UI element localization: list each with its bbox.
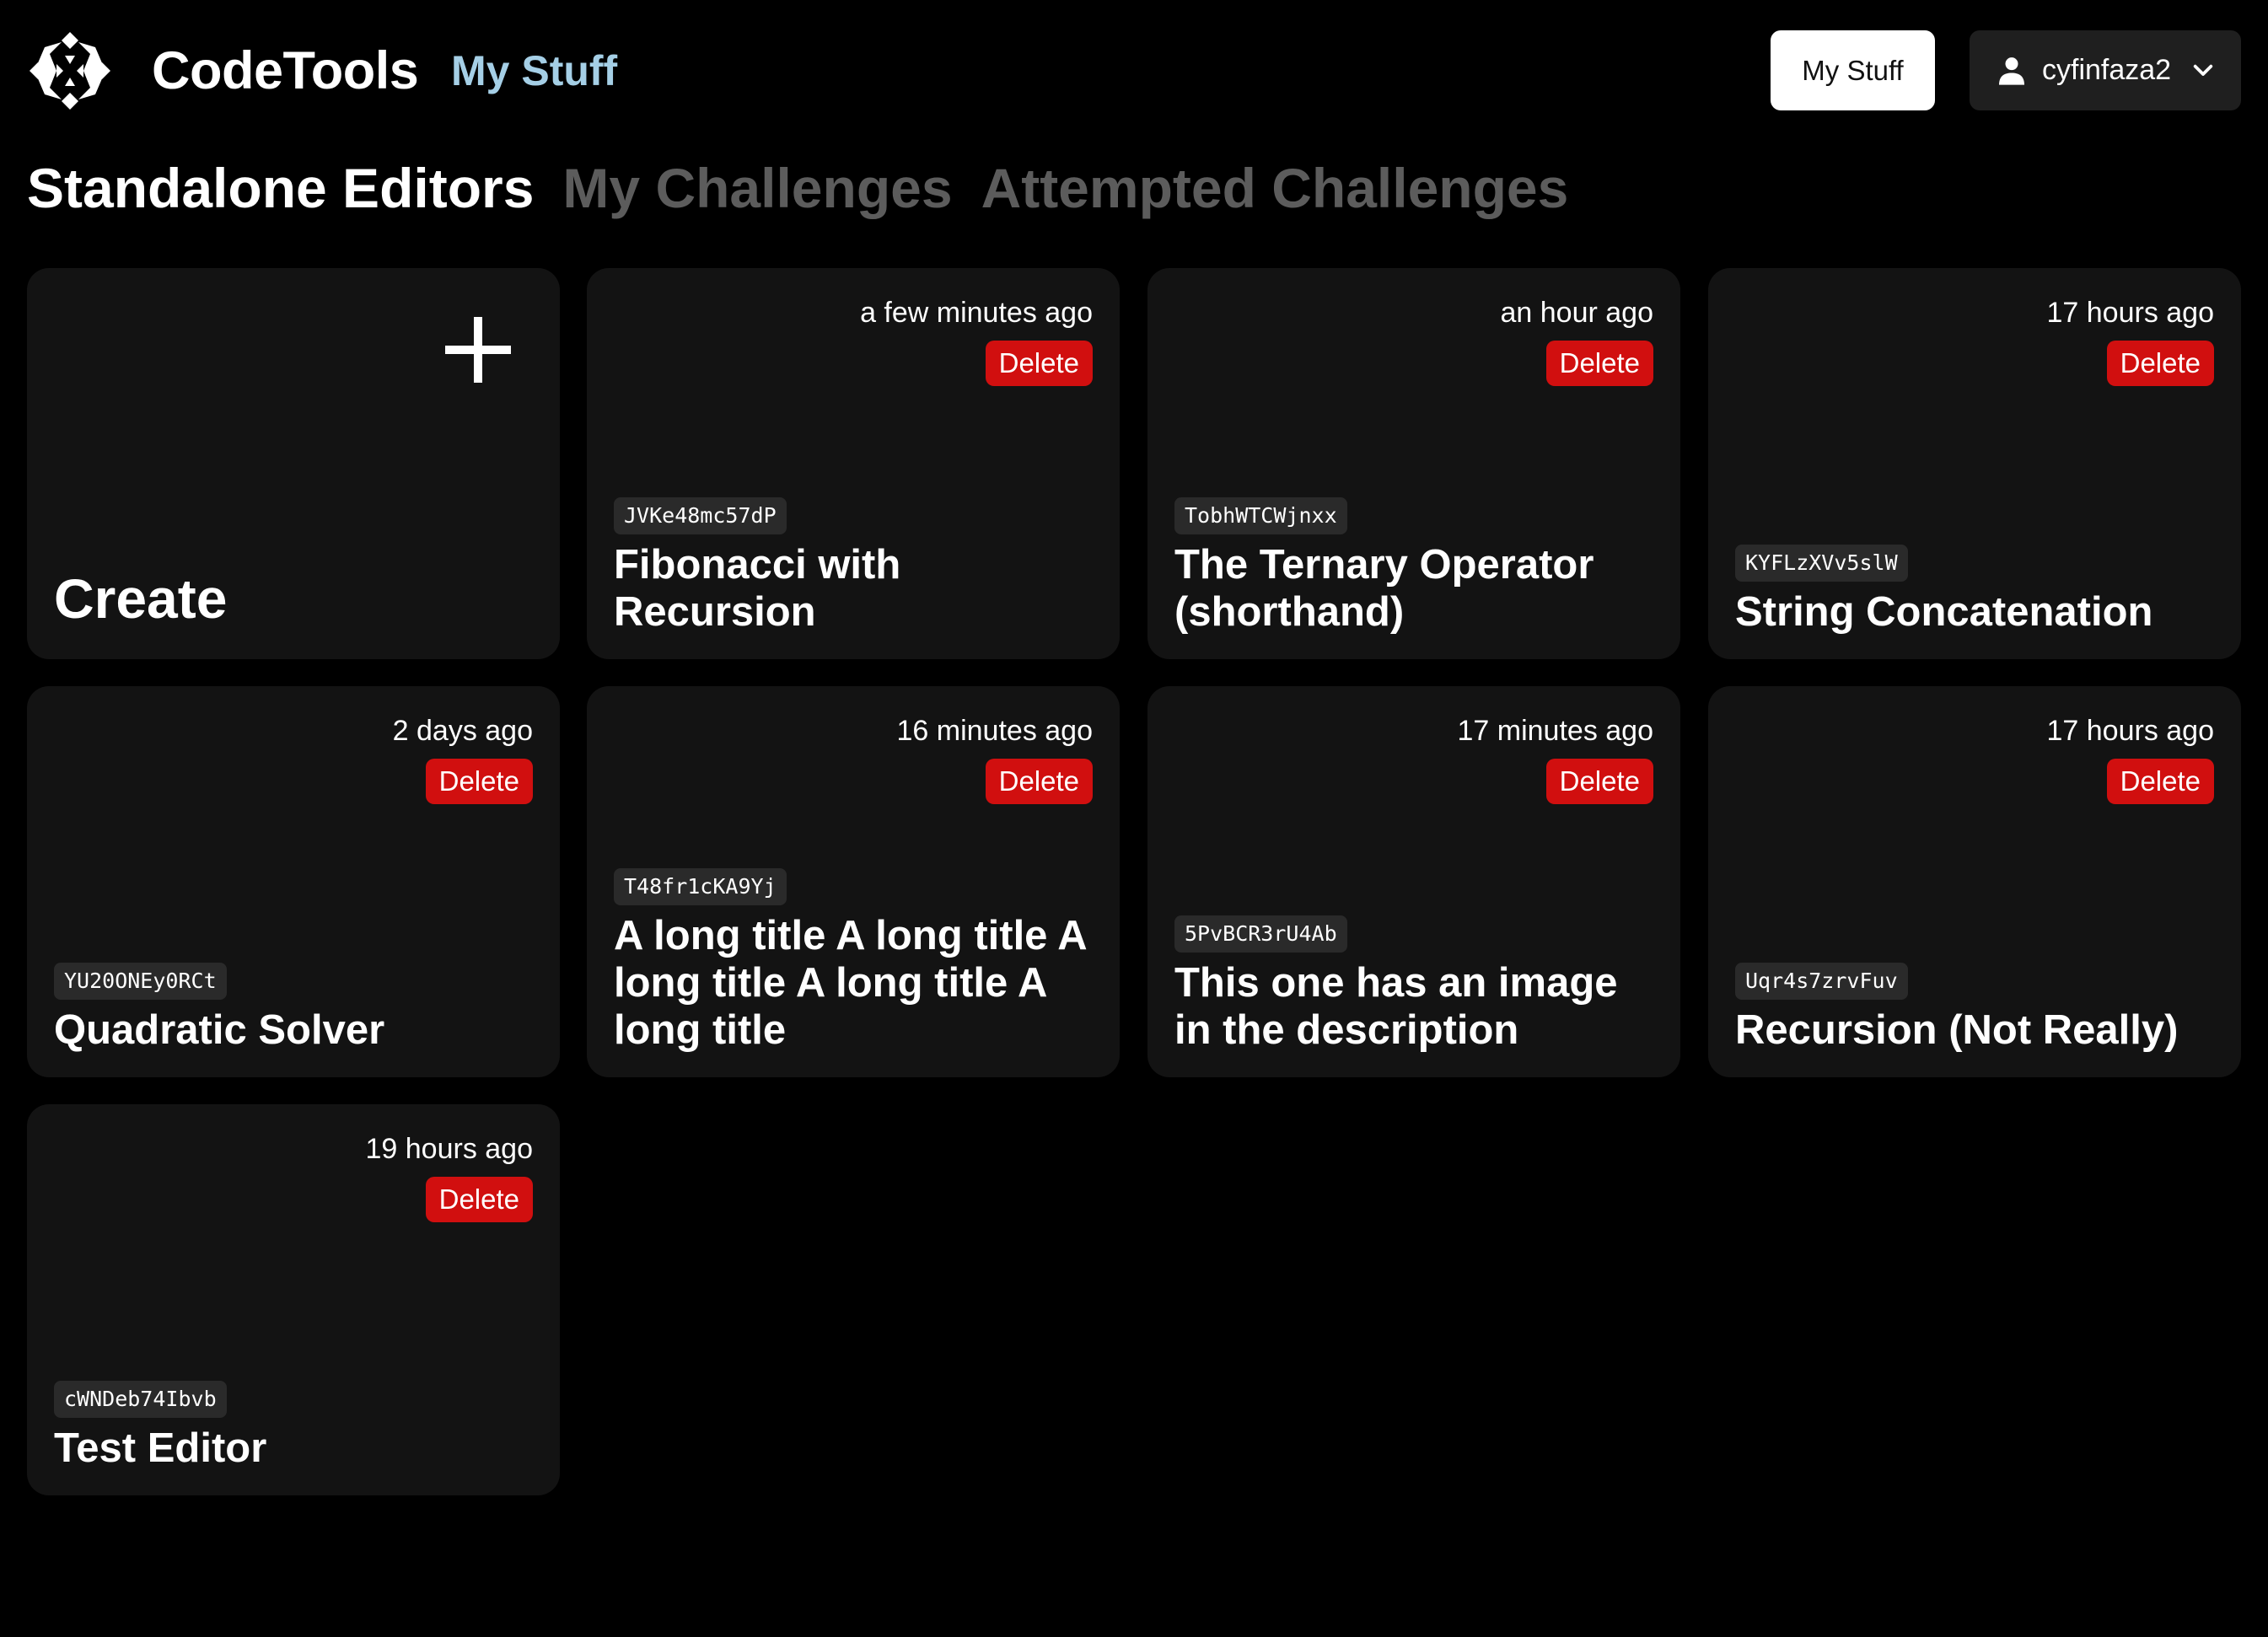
editor-id-badge: Uqr4s7zrvFuv [1735,963,1908,1000]
editor-card[interactable]: 19 hours ago Delete cWNDeb74Ibvb Test Ed… [27,1104,560,1495]
editor-id-badge: T48fr1cKA9Yj [614,868,787,905]
card-timestamp: 17 hours ago [2046,297,2215,329]
editor-card[interactable]: 17 hours ago Delete KYFLzXVv5slW String … [1708,268,2241,659]
editor-card[interactable]: a few minutes ago Delete JVKe48mc57dP Fi… [587,268,1120,659]
username-label: cyfinfaza2 [2042,54,2172,86]
delete-button[interactable]: Delete [2106,341,2214,386]
card-timestamp: 16 minutes ago [896,715,1094,747]
codetools-logo-icon[interactable] [28,30,112,111]
card-title: The Ternary Operator (shorthand) [1174,542,1594,635]
card-timestamp: an hour ago [1500,297,1654,329]
delete-button[interactable]: Delete [425,759,533,804]
delete-button[interactable]: Delete [2106,759,2214,804]
editor-id-badge: TobhWTCWjnxx [1174,497,1347,534]
editor-id-badge: cWNDeb74Ibvb [54,1381,227,1418]
editor-card[interactable]: 2 days ago Delete YU20ONEy0RCt Quadratic… [27,686,560,1077]
card-title: String Concatenation [1735,589,2153,635]
editor-card[interactable]: an hour ago Delete TobhWTCWjnxx The Tern… [1147,268,1680,659]
delete-button[interactable]: Delete [985,759,1093,804]
page-section-title: My Stuff [451,47,618,94]
editor-card[interactable]: 17 hours ago Delete Uqr4s7zrvFuv Recursi… [1708,686,2241,1077]
editor-id-badge: KYFLzXVv5slW [1735,545,1908,582]
card-timestamp: a few minutes ago [860,297,1093,329]
card-title: Quadratic Solver [54,1007,385,1053]
brand-name[interactable]: CodeTools [152,34,419,108]
card-title: This one has an image in the description [1174,960,1618,1053]
plus-icon [445,317,511,383]
card-title: Fibonacci with Recursion [614,542,901,635]
card-title: Recursion (Not Really) [1735,1007,2179,1053]
editor-id-badge: JVKe48mc57dP [614,497,787,534]
delete-button[interactable]: Delete [1545,341,1653,386]
editor-card[interactable]: 17 minutes ago Delete 5PvBCR3rU4Ab This … [1147,686,1680,1077]
user-menu-button[interactable]: cyfinfaza2 [1970,30,2241,110]
card-timestamp: 2 days ago [392,715,533,747]
delete-button[interactable]: Delete [985,341,1093,386]
create-card[interactable]: Create [27,268,560,659]
card-title: A long title A long title A long title A… [614,913,1086,1053]
tab-bar: Standalone Editors My Challenges Attempt… [27,150,1568,226]
tab-standalone-editors[interactable]: Standalone Editors [27,150,534,226]
editor-id-badge: 5PvBCR3rU4Ab [1174,915,1347,953]
tab-my-challenges[interactable]: My Challenges [562,150,952,226]
editor-card[interactable]: 16 minutes ago Delete T48fr1cKA9Yj A lon… [587,686,1120,1077]
card-timestamp: 17 minutes ago [1457,715,1654,747]
tab-attempted-challenges[interactable]: Attempted Challenges [981,150,1569,226]
chevron-down-icon [2193,64,2213,76]
card-timestamp: 17 hours ago [2046,715,2215,747]
delete-button[interactable]: Delete [1545,759,1653,804]
card-title: Test Editor [54,1425,267,1471]
my-stuff-button[interactable]: My Stuff [1771,30,1935,110]
card-timestamp: 19 hours ago [365,1133,534,1165]
create-label: Create [54,567,228,630]
editor-id-badge: YU20ONEy0RCt [54,963,227,1000]
delete-button[interactable]: Delete [425,1177,533,1222]
person-icon [1999,56,2024,85]
